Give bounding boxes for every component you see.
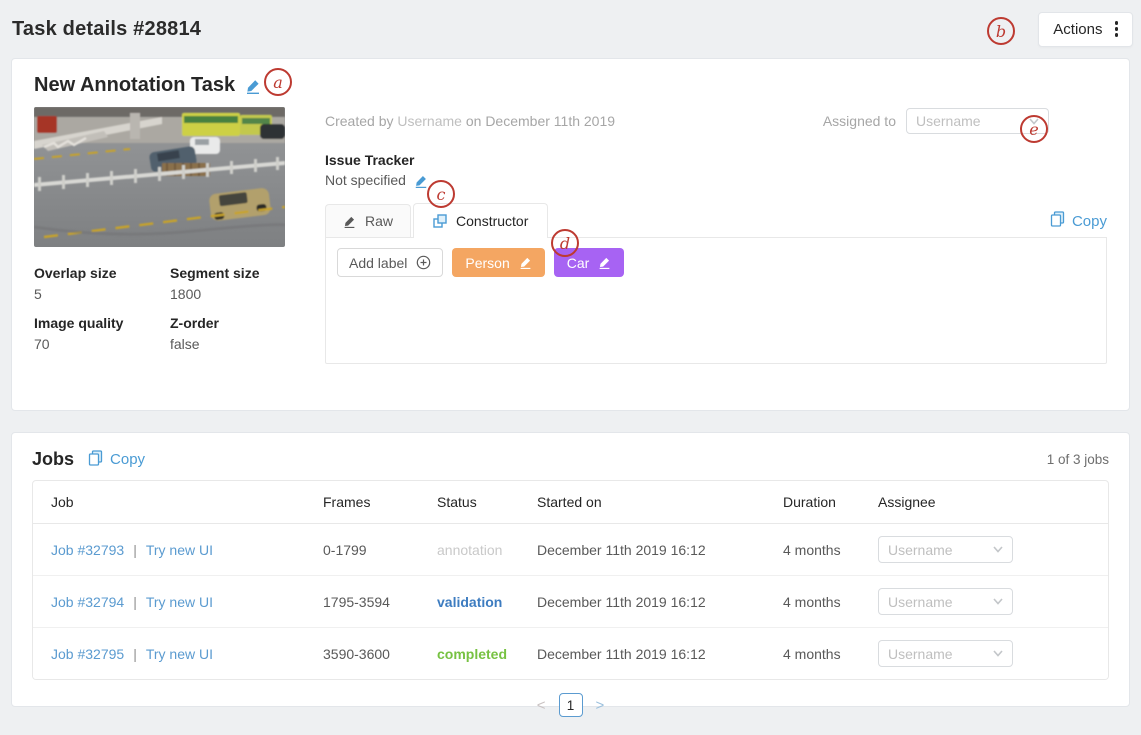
label-chip-person[interactable]: Person: [452, 248, 544, 277]
task-details-page: Task details #28814 Actions New Annotati…: [0, 0, 1141, 735]
job-started-on: December 11th 2019 16:12: [529, 524, 775, 576]
try-new-ui-link[interactable]: Try new UI: [146, 542, 213, 558]
job-status: validation: [429, 576, 529, 628]
job-status: annotation: [429, 524, 529, 576]
page-title: Task details #28814: [12, 18, 201, 41]
task-details-card: New Annotation Task: [11, 58, 1130, 411]
creator-username: Username: [397, 113, 462, 129]
job-assignee-select[interactable]: Username: [878, 588, 1013, 615]
tab-constructor[interactable]: Constructor: [413, 203, 548, 238]
copy-icon: [88, 450, 103, 470]
issue-tracker-block: Issue Tracker Not specified: [325, 150, 1107, 191]
column-started-on: Started on: [529, 481, 775, 524]
column-job: Job: [33, 481, 315, 524]
jobs-count: 1 of 3 jobs: [1047, 452, 1109, 467]
column-duration: Duration: [775, 481, 870, 524]
created-by-line: Created by Username on December 11th 201…: [325, 113, 615, 129]
jobs-title: Jobs: [32, 449, 74, 470]
column-frames: Frames: [315, 481, 429, 524]
job-duration: 4 months: [775, 524, 870, 576]
actions-button[interactable]: Actions: [1038, 12, 1133, 47]
param-segment-size: Segment size 1800: [170, 263, 285, 305]
edit-task-name-icon[interactable]: [245, 78, 261, 94]
job-assignee-select[interactable]: Username: [878, 536, 1013, 563]
issue-tracker-value: Not specified: [325, 170, 406, 191]
param-image-quality: Image quality 70: [34, 313, 170, 355]
assigned-to-label: Assigned to: [823, 113, 896, 129]
edit-label-icon: [598, 256, 611, 269]
issue-tracker-label: Issue Tracker: [325, 150, 1107, 170]
task-parameters: Overlap size 5 Segment size 1800 Image q…: [34, 263, 285, 363]
job-frames: 3590-3600: [315, 628, 429, 680]
edit-label-icon: [519, 256, 532, 269]
column-assignee: Assignee: [870, 481, 1108, 524]
job-frames: 0-1799: [315, 524, 429, 576]
chevron-down-icon: [1029, 118, 1039, 125]
job-duration: 4 months: [775, 576, 870, 628]
labels-tabs-area: Copy Raw Construc: [325, 203, 1107, 364]
task-name: New Annotation Task: [34, 74, 235, 97]
chevron-down-icon: [993, 546, 1003, 553]
constructor-tab-content: Add label Person: [325, 237, 1107, 364]
job-link[interactable]: Job #32795: [51, 646, 124, 662]
task-preview-image: [34, 107, 285, 247]
jobs-pagination: < 1 >: [32, 693, 1109, 717]
chevron-down-icon: [993, 650, 1003, 657]
actions-button-label: Actions: [1053, 21, 1102, 38]
jobs-copy-button[interactable]: Copy: [88, 450, 145, 470]
page-header: Task details #28814 Actions: [0, 0, 1141, 58]
label-chip-car[interactable]: Car: [554, 248, 625, 277]
pagination-prev-button[interactable]: <: [537, 698, 546, 713]
param-overlap-size: Overlap size 5: [34, 263, 170, 305]
plus-circle-icon: [416, 255, 431, 270]
tab-raw[interactable]: Raw: [325, 204, 411, 237]
chevron-down-icon: [993, 598, 1003, 605]
job-row: Job #32795|Try new UI 3590-3600 complete…: [33, 628, 1108, 680]
job-row: Job #32793|Try new UI 0-1799 annotation …: [33, 524, 1108, 576]
pagination-page-1[interactable]: 1: [559, 693, 583, 717]
job-assignee-select[interactable]: Username: [878, 640, 1013, 667]
jobs-card: Jobs Copy 1 of 3 jobs Job Frames Status …: [11, 432, 1130, 707]
edit-issue-tracker-icon[interactable]: [414, 174, 428, 188]
job-status: completed: [429, 628, 529, 680]
pencil-icon: [343, 215, 356, 228]
more-icon: [1115, 21, 1119, 37]
column-status: Status: [429, 481, 529, 524]
job-started-on: December 11th 2019 16:12: [529, 576, 775, 628]
job-link[interactable]: Job #32794: [51, 594, 124, 610]
task-assignee-select[interactable]: Username: [906, 108, 1049, 134]
task-summary-column: Overlap size 5 Segment size 1800 Image q…: [34, 107, 285, 364]
jobs-table: Job Frames Status Started on Duration As…: [32, 480, 1109, 680]
add-label-button[interactable]: Add label: [337, 248, 443, 277]
job-started-on: December 11th 2019 16:12: [529, 628, 775, 680]
try-new-ui-link[interactable]: Try new UI: [146, 594, 213, 610]
job-row: Job #32794|Try new UI 1795-3594 validati…: [33, 576, 1108, 628]
job-duration: 4 months: [775, 628, 870, 680]
param-z-order: Z-order false: [170, 313, 285, 355]
job-link[interactable]: Job #32793: [51, 542, 124, 558]
pagination-next-button[interactable]: >: [596, 698, 605, 713]
job-frames: 1795-3594: [315, 576, 429, 628]
try-new-ui-link[interactable]: Try new UI: [146, 646, 213, 662]
block-icon: [433, 214, 447, 228]
jobs-table-header: Job Frames Status Started on Duration As…: [33, 481, 1108, 524]
task-meta-column: Created by Username on December 11th 201…: [325, 107, 1107, 364]
